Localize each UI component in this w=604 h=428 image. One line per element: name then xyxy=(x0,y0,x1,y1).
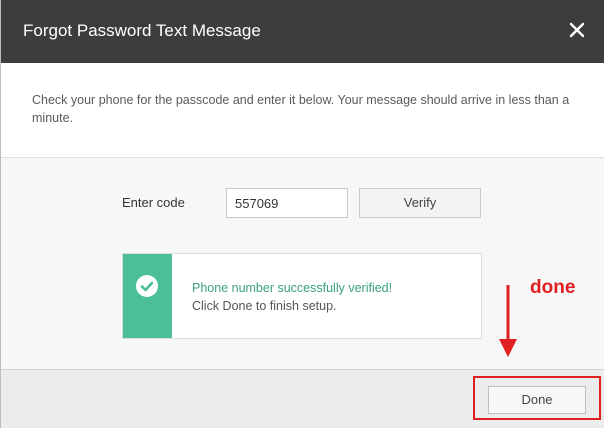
code-input[interactable] xyxy=(226,188,348,218)
done-button[interactable]: Done xyxy=(488,386,586,414)
annotation-label: done xyxy=(530,277,576,298)
success-message-box: Phone number successfully verified! Clic… xyxy=(122,253,482,339)
dialog: Forgot Password Text Message Check your … xyxy=(0,0,604,428)
check-circle-icon xyxy=(136,275,158,297)
down-arrow-icon xyxy=(499,285,517,357)
enter-code-label: Enter code xyxy=(122,195,185,210)
instructions-panel: Check your phone for the passcode and en… xyxy=(1,63,604,158)
success-strip xyxy=(123,254,172,338)
verify-button[interactable]: Verify xyxy=(359,188,481,218)
dialog-title: Forgot Password Text Message xyxy=(23,21,261,40)
success-message: Phone number successfully verified! xyxy=(192,281,393,295)
dialog-footer: Done xyxy=(1,369,604,428)
success-instruction: Click Done to finish setup. xyxy=(192,299,337,313)
close-icon xyxy=(569,22,585,38)
dialog-header: Forgot Password Text Message xyxy=(1,0,604,63)
close-button[interactable] xyxy=(565,18,589,42)
instructions-text: Check your phone for the passcode and en… xyxy=(32,93,570,125)
